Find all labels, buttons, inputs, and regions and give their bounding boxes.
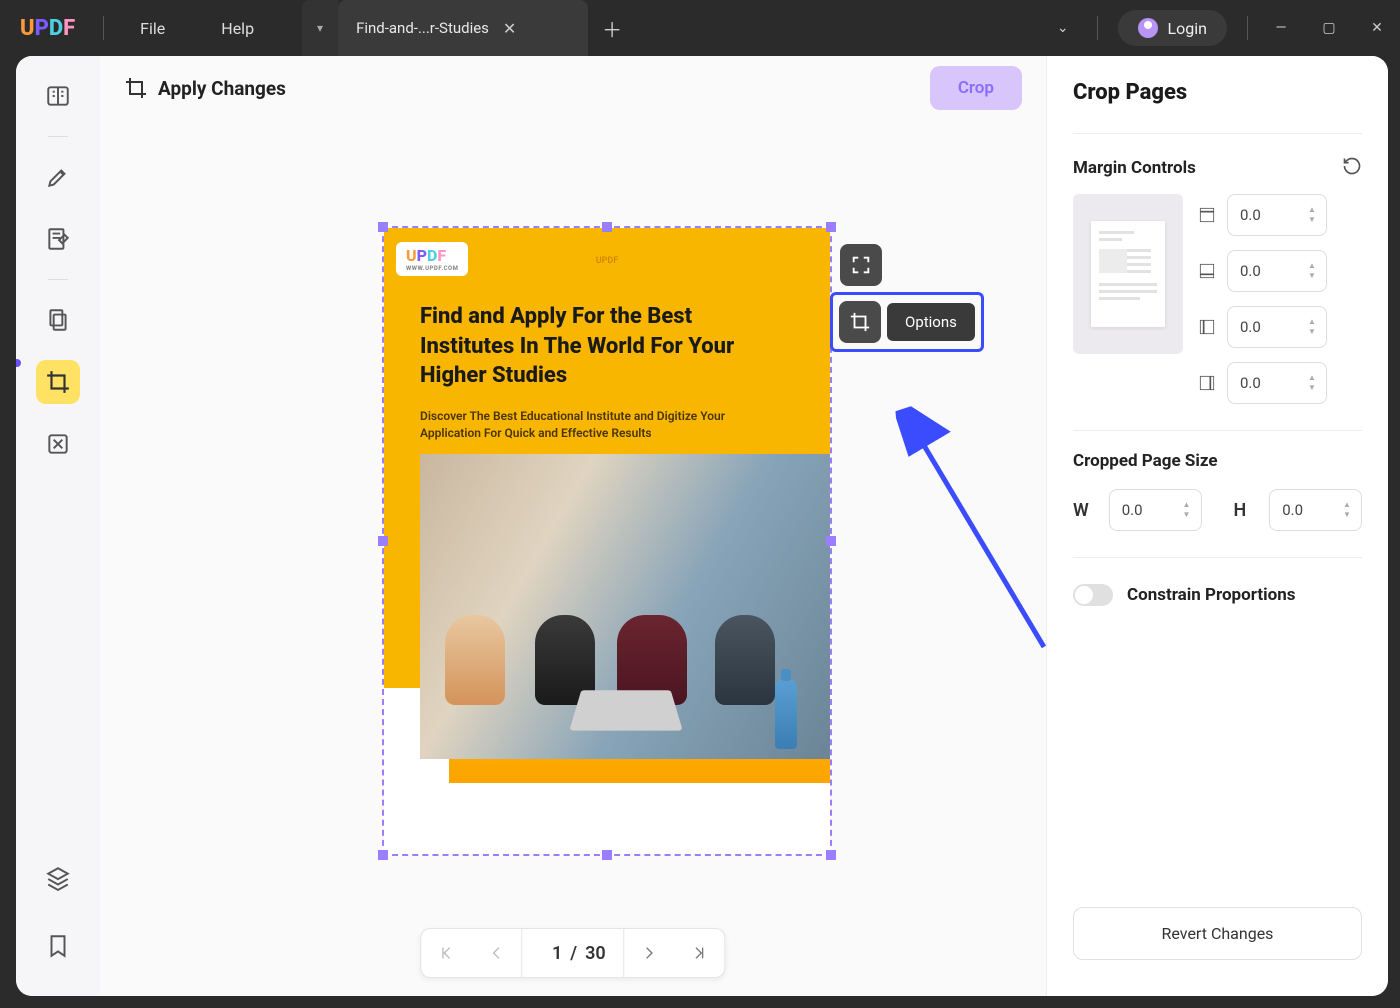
- crop-panel: Crop Pages Margin Controls 0.0▲▼ 0.0▲▼ 0…: [1046, 56, 1388, 996]
- doc-photo: [420, 454, 830, 759]
- titlebar-chevron-icon[interactable]: ⌄: [1039, 20, 1087, 36]
- menu-file[interactable]: File: [112, 19, 193, 38]
- crop-options-button[interactable]: [839, 301, 881, 343]
- height-label: H: [1234, 500, 1252, 521]
- crop-handle[interactable]: [378, 222, 388, 232]
- apply-changes-label: Apply Changes: [158, 77, 286, 100]
- tool-highlight[interactable]: [36, 155, 80, 199]
- page-number-field[interactable]: 1 / 30: [521, 929, 624, 977]
- constrain-proportions-label: Constrain Proportions: [1127, 585, 1295, 605]
- menu-help[interactable]: Help: [193, 19, 282, 38]
- next-page-button[interactable]: [625, 945, 675, 961]
- tool-crop[interactable]: [36, 360, 80, 404]
- tool-bookmark[interactable]: [36, 924, 80, 968]
- crop-handle[interactable]: [378, 850, 388, 860]
- doc-subheading: Discover The Best Educational Institute …: [420, 408, 740, 443]
- tool-tools[interactable]: [36, 422, 80, 466]
- crop-icon: [124, 76, 148, 100]
- left-toolbar: [16, 56, 100, 996]
- document-crop-frame[interactable]: UPDFWWW.UPDF.COM UPDF Find and Apply For…: [382, 226, 832, 856]
- window-maximize-button[interactable]: ▢: [1306, 12, 1352, 44]
- crop-handle[interactable]: [602, 222, 612, 232]
- crop-handle[interactable]: [826, 536, 836, 546]
- margin-bottom-input[interactable]: 0.0▲▼: [1227, 250, 1327, 292]
- tab-title: Find-and-...r-Studies: [356, 19, 489, 37]
- margin-right-icon: [1197, 373, 1217, 393]
- window-close-button[interactable]: ✕: [1354, 12, 1400, 44]
- last-page-button[interactable]: [675, 945, 725, 961]
- margin-top-input[interactable]: 0.0▲▼: [1227, 194, 1327, 236]
- crop-handle[interactable]: [826, 850, 836, 860]
- login-button[interactable]: Login: [1118, 10, 1227, 46]
- tab-list-dropdown[interactable]: ▾: [302, 0, 338, 56]
- margin-right-input[interactable]: 0.0▲▼: [1227, 362, 1327, 404]
- window-minimize-button[interactable]: —: [1258, 12, 1304, 44]
- revert-changes-button[interactable]: Revert Changes: [1073, 907, 1362, 960]
- page-current: 1: [540, 943, 562, 964]
- page-total: 30: [585, 943, 606, 964]
- doc-logo-badge: UPDFWWW.UPDF.COM: [396, 242, 468, 276]
- panel-title: Crop Pages: [1073, 80, 1362, 105]
- crop-height-input[interactable]: 0.0▲▼: [1269, 489, 1362, 531]
- crop-width-input[interactable]: 0.0▲▼: [1109, 489, 1202, 531]
- crop-handle[interactable]: [602, 850, 612, 860]
- doc-heading: Find and Apply For the Best Institutes I…: [420, 302, 770, 391]
- login-label: Login: [1168, 19, 1207, 38]
- titlebar: UPDF File Help ▾ Find-and-...r-Studies ✕…: [0, 0, 1400, 56]
- canvas-area: Apply Changes Crop UPDFWWW.UPDF.COM UPDF…: [100, 56, 1046, 996]
- options-tooltip: Options: [887, 303, 975, 341]
- expand-fullscreen-button[interactable]: [840, 244, 882, 286]
- margin-left-icon: [1197, 317, 1217, 337]
- crop-button[interactable]: Crop: [930, 66, 1022, 110]
- tool-reader[interactable]: [36, 74, 80, 118]
- tool-layers[interactable]: [36, 856, 80, 900]
- margin-top-icon: [1197, 205, 1217, 225]
- document-tab[interactable]: Find-and-...r-Studies ✕: [338, 0, 588, 56]
- new-tab-button[interactable]: ＋: [588, 0, 636, 56]
- page-navigator: 1 / 30: [420, 928, 725, 978]
- margin-controls-title: Margin Controls: [1073, 158, 1196, 178]
- annotation-arrow-icon: [894, 384, 1066, 678]
- avatar-icon: [1138, 18, 1158, 38]
- reset-margins-button[interactable]: [1342, 156, 1362, 180]
- first-page-button[interactable]: [421, 945, 471, 961]
- margin-left-input[interactable]: 0.0▲▼: [1227, 306, 1327, 348]
- page-preview: [1073, 194, 1183, 354]
- crop-options-highlight: Options: [830, 292, 984, 352]
- tool-edit[interactable]: [36, 217, 80, 261]
- tab-close-icon[interactable]: ✕: [503, 19, 516, 38]
- crop-handle[interactable]: [826, 222, 836, 232]
- prev-page-button[interactable]: [471, 945, 521, 961]
- constrain-proportions-toggle[interactable]: [1073, 584, 1113, 606]
- tool-organize[interactable]: [36, 298, 80, 342]
- crop-handle[interactable]: [378, 536, 388, 546]
- doc-brand-text: UPDF: [596, 256, 619, 266]
- app-logo: UPDF: [0, 16, 95, 41]
- cropped-size-title: Cropped Page Size: [1073, 451, 1362, 471]
- width-label: W: [1073, 500, 1091, 521]
- margin-bottom-icon: [1197, 261, 1217, 281]
